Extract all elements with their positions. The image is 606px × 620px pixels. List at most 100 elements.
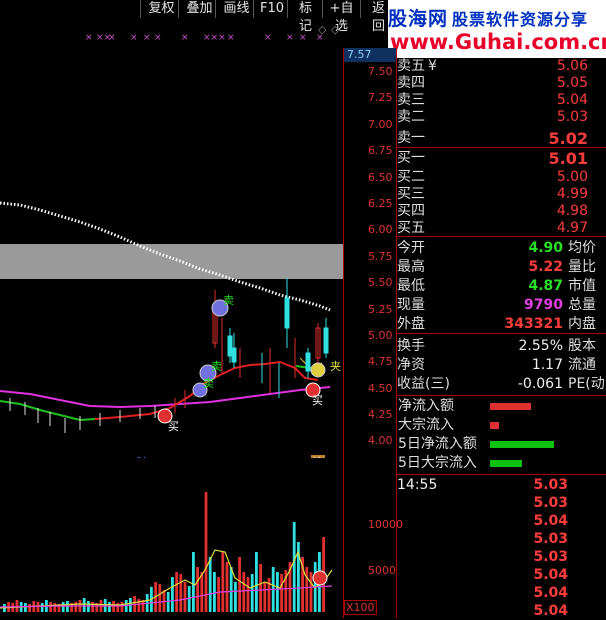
money-flow-label: 5日净流入额 (398, 436, 477, 452)
quote-row: 最高 5.22 量比 (396, 259, 606, 276)
volume-bar (183, 582, 187, 612)
sell-signal-label: 卖 (203, 377, 214, 390)
volume-bar (246, 577, 250, 612)
sell-level-label: 卖五 (397, 58, 425, 74)
money-flow-row: 净流入额 (396, 398, 606, 415)
sell-signal-label: 卖 (223, 294, 234, 307)
quote-row: 今开 4.90 均价 (396, 240, 606, 257)
money-flow-bar (490, 441, 554, 448)
mark-button[interactable]: 标记 (287, 0, 323, 34)
sell-level-row: 卖二 5.03 (396, 109, 606, 126)
tick-price: 5.04 (533, 585, 568, 601)
tick-row: 5.04 (396, 567, 606, 584)
sell-level-label: 卖二 (397, 109, 425, 125)
yen-mark: ¥ (428, 58, 437, 74)
volume-bar (309, 572, 313, 612)
sell-level-row: 卖四 5.05 (396, 75, 606, 92)
signal-marker: × (108, 33, 116, 43)
ma-long-line (0, 386, 331, 409)
quote-value: 4.90 (528, 240, 563, 256)
volume-bar (292, 522, 296, 612)
signal-marker: × (286, 33, 294, 43)
volume-bar (91, 602, 94, 612)
quote-row: 最低 4.87 市值 (396, 278, 606, 295)
price-tick: 6.25 (368, 197, 393, 210)
signal-marker: × (227, 33, 235, 43)
volume-bar (213, 572, 216, 612)
tick-price: 5.03 (533, 549, 568, 565)
sell-level-row: 卖一 5.02 (396, 130, 606, 147)
buy-level-row: 买四 4.98 (396, 203, 606, 220)
volume-bar (108, 602, 111, 612)
volume-chart[interactable] (0, 470, 343, 620)
tick-row: 5.04 (396, 513, 606, 530)
volume-bar (187, 586, 191, 612)
signal-marker: × (130, 33, 138, 43)
buy-level-label: 买四 (397, 203, 425, 219)
signal-label: 夹 (330, 360, 341, 373)
tick-row: 5.03 (396, 549, 606, 566)
quote-label-2: 量比 (568, 259, 596, 275)
quote-label-2: 市值 (568, 278, 596, 294)
volume-tick: 5000 (368, 564, 396, 577)
quote-label: 换手 (397, 338, 425, 354)
quote-row: 净资 1.17 流通 (396, 357, 606, 374)
quote-label: 净资 (397, 357, 425, 373)
volume-bar (36, 602, 40, 612)
buy-level-price: 5.00 (556, 169, 588, 185)
volume-bar (175, 572, 178, 612)
quote-value: 2.55% (518, 338, 563, 354)
quote-label: 最低 (397, 278, 425, 294)
price-tick: 7.00 (368, 118, 393, 131)
quote-label-2: 均价 (568, 240, 596, 256)
buy-level-label: 买二 (397, 169, 425, 185)
volume-bar (40, 603, 44, 612)
quote-value: 1.17 (531, 357, 563, 373)
signal-marker: × (181, 33, 189, 43)
kline-chart[interactable]: × ×× × × × × × ××× × × × × × 卖 卖 卖 买 买 夹 (0, 18, 343, 458)
buy-level-label: 买五 (397, 220, 425, 236)
sell-level-price: 5.05 (556, 75, 588, 91)
price-tick: 4.00 (368, 434, 393, 447)
volume-bar (158, 584, 162, 612)
quote-row: 换手 2.55% 股本 (396, 338, 606, 355)
add-watchlist-button[interactable]: +自选 (322, 0, 360, 34)
price-tick: 5.25 (368, 303, 393, 316)
volume-bar (61, 602, 65, 612)
tick-price: 5.03 (533, 477, 568, 493)
tick-price: 5.03 (533, 495, 568, 511)
ball-icon (312, 570, 328, 586)
chart-toolbar: 复权 叠加 画线 F10 标记 +自选 返回 (0, 0, 395, 34)
volume-bar (234, 582, 237, 612)
restore-rights-button[interactable]: 复权 (140, 0, 182, 18)
money-flow-row: 5日大宗流入 (396, 455, 606, 472)
volume-bar (120, 602, 124, 612)
signal-marker: × (143, 33, 151, 43)
volume-bar (179, 574, 183, 612)
volume-bar (15, 600, 19, 612)
f10-button[interactable]: F10 (253, 0, 287, 18)
signal-marker: × (316, 33, 324, 43)
sell-level-row: 卖五 ¥5.06 (396, 58, 606, 75)
tick-row: 5.03 (396, 477, 606, 494)
price-tick: 4.75 (368, 355, 393, 368)
quote-row: 现量 9790 总量 (396, 297, 606, 314)
volume-bar (255, 552, 258, 612)
quote-label: 现量 (397, 297, 425, 313)
buy-level-price: 4.99 (556, 186, 588, 202)
overlay-button[interactable]: 叠加 (178, 0, 220, 18)
volume-bar (171, 577, 174, 612)
quote-row: 收益(三) -0.061 PE(动 (396, 376, 606, 393)
quote-label: 最高 (397, 259, 425, 275)
draw-line-button[interactable]: 画线 (215, 0, 257, 18)
quote-value: 4.87 (528, 278, 563, 294)
price-tick: 5.50 (368, 276, 393, 289)
sell-level-label: 卖四 (397, 75, 425, 91)
volume-bar (166, 592, 170, 612)
tick-row: 5.04 (396, 585, 606, 602)
volume-unit: X100 (344, 600, 377, 615)
quote-value: 9790 (524, 297, 563, 313)
volume-bar (82, 598, 86, 612)
rank-marker: 榜 (312, 455, 323, 458)
money-flow-bar (490, 460, 522, 467)
